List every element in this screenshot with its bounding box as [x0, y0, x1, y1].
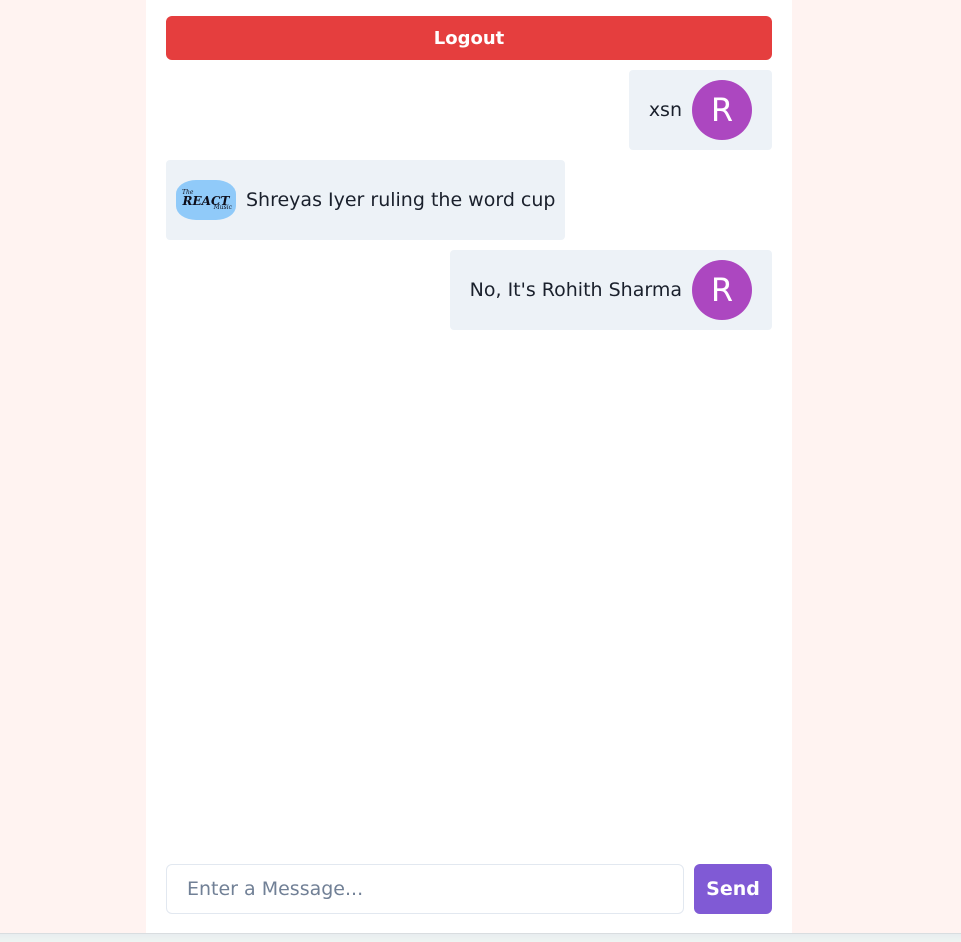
- logo-small-text: The: [182, 189, 194, 196]
- avatar[interactable]: R: [692, 80, 752, 140]
- message-list: xsn R The REACT Music Shreyas Iyer rulin…: [166, 70, 772, 340]
- send-button[interactable]: Send: [694, 864, 772, 914]
- message-composer: Send: [166, 864, 772, 914]
- message-text: Shreyas Iyer ruling the word cup: [246, 189, 556, 211]
- message-input[interactable]: [166, 864, 684, 914]
- avatar[interactable]: R: [692, 260, 752, 320]
- chat-panel: Logout xsn R The REACT Music Shreyas Iye…: [146, 0, 792, 933]
- message-item: No, It's Rohith Sharma R: [166, 250, 772, 330]
- message-text: No, It's Rohith Sharma: [469, 279, 682, 301]
- message-bubble: xsn R: [628, 70, 772, 150]
- message-text: xsn: [648, 99, 682, 121]
- message-item: The REACT Music Shreyas Iyer ruling the …: [166, 160, 772, 240]
- logout-button[interactable]: Logout: [166, 16, 772, 60]
- message-bubble: The REACT Music Shreyas Iyer ruling the …: [166, 160, 566, 240]
- message-bubble: No, It's Rohith Sharma R: [449, 250, 772, 330]
- message-item: xsn R: [166, 70, 772, 150]
- logo-small-text: Music: [213, 204, 232, 211]
- react-logo-avatar[interactable]: The REACT Music: [176, 180, 236, 220]
